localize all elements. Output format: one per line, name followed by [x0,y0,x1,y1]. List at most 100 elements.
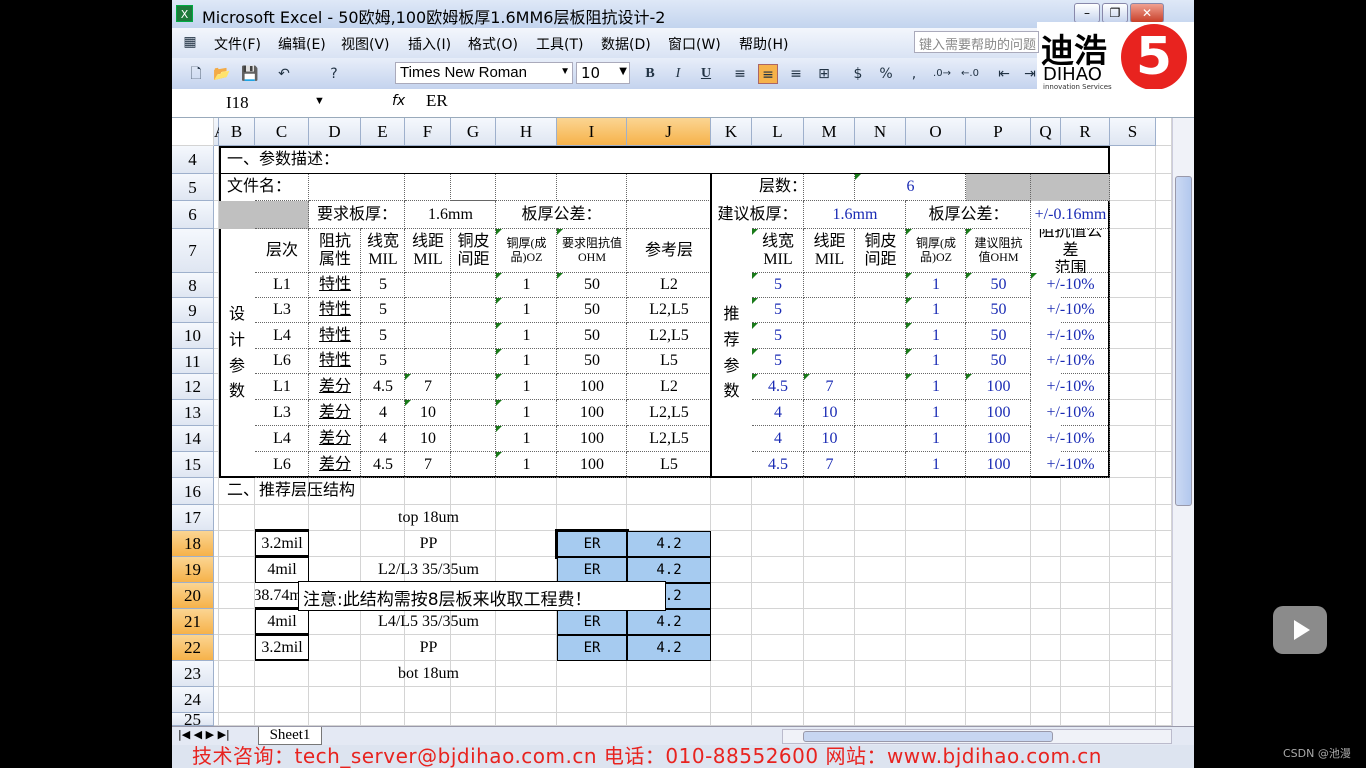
cell-L9[interactable]: 5 [752,298,804,323]
column-header[interactable]: K [711,118,752,146]
cell-L11[interactable]: 5 [752,349,804,374]
menu-item[interactable]: 视图(V) [341,34,390,54]
cell-J11[interactable]: L5 [627,349,711,374]
column-header[interactable]: M [804,118,855,146]
menu-item[interactable]: 文件(F) [214,34,261,54]
cell-C11[interactable]: L6 [255,349,309,374]
row-header[interactable]: 8 [172,273,214,298]
row-header[interactable]: 12 [172,374,214,400]
help-icon[interactable]: ? [324,64,344,84]
row-header[interactable]: 4 [172,146,214,174]
cell-N5[interactable]: 6 [855,174,966,201]
cell-L14[interactable]: 4 [752,426,804,452]
align-right-icon[interactable]: ≡ [786,64,806,84]
cell-O13[interactable]: 1 [906,400,966,426]
column-header[interactable]: C [255,118,309,146]
cell-J8[interactable]: L2 [627,273,711,298]
row-header[interactable]: 13 [172,400,214,426]
row-header[interactable]: 25 [172,711,214,726]
cell-I22[interactable]: ER [557,635,627,661]
close-button[interactable]: ✕ [1130,3,1164,23]
cell-O12[interactable]: 1 [906,374,966,400]
help-search-input[interactable]: 键入需要帮助的问题 [914,31,1039,53]
cell-B16[interactable]: 二、推荐层压结构 [219,478,405,505]
cell-C18[interactable]: 3.2mil [255,531,309,557]
name-box[interactable]: I18 ▼ [174,91,329,115]
cell-E8[interactable]: 5 [361,273,405,298]
cell-E9[interactable]: 5 [361,298,405,323]
cell-E14[interactable]: 4 [361,426,405,452]
column-header[interactable]: E [361,118,405,146]
cell-H7[interactable]: 铜厚(成 品)OZ [496,229,557,273]
cell-G7[interactable]: 铜皮 间距 [451,229,496,273]
cell-I8[interactable]: 50 [557,273,627,298]
font-select[interactable]: Times New Roman ▼ [395,62,573,84]
cell-I10[interactable]: 50 [557,323,627,349]
cell-E10[interactable]: 5 [361,323,405,349]
cell-M13[interactable]: 10 [804,400,855,426]
row-header[interactable]: 16 [172,478,214,505]
cell-K6[interactable]: 建议板厚： [711,201,804,229]
cell-C8[interactable]: L1 [255,273,309,298]
cell-Q11[interactable]: +/-10% [1031,349,1110,374]
cell-B7[interactable]: 设 计 参 数 [219,229,255,478]
cell-B4[interactable]: 一、参数描述： [219,146,1110,174]
menu-item[interactable]: 格式(O) [468,34,518,54]
cell-M15[interactable]: 7 [804,452,855,478]
cell-E18[interactable]: PP [361,531,496,557]
cell-F14[interactable]: 10 [405,426,451,452]
font-size-select[interactable]: 10 ▼ [576,62,630,84]
cell-Q13[interactable]: +/-10% [1031,400,1110,426]
cell-E23[interactable]: bot 18um [361,661,496,687]
bold-button[interactable]: B [640,64,660,84]
fx-icon[interactable]: fx [392,93,405,109]
cell-D7[interactable]: 阻抗 属性 [309,229,361,273]
row-header[interactable]: 7 [172,229,214,273]
column-header[interactable]: S [1110,118,1156,146]
cell-F12[interactable]: 7 [405,374,451,400]
vertical-scrollbar[interactable] [1172,118,1194,726]
cell-I19[interactable]: ER [557,557,627,583]
cell-C7[interactable]: 层次 [255,229,309,273]
cell-C14[interactable]: L4 [255,426,309,452]
minimize-button[interactable]: – [1074,3,1100,23]
row-header[interactable]: 11 [172,349,214,374]
cell-I15[interactable]: 100 [557,452,627,478]
cell-Q8[interactable]: +/-10% [1031,273,1110,298]
cell-E11[interactable]: 5 [361,349,405,374]
menu-item[interactable]: 编辑(E) [278,34,326,54]
cell-C9[interactable]: L3 [255,298,309,323]
column-header[interactable]: I [557,118,627,146]
cell-H9[interactable]: 1 [496,298,557,323]
decrease-decimal-icon[interactable]: ←.0 [960,64,980,84]
cell-L13[interactable]: 4 [752,400,804,426]
cell-M14[interactable]: 10 [804,426,855,452]
align-center-icon[interactable]: ≡ [758,64,778,84]
cell-C15[interactable]: L6 [255,452,309,478]
cell-J19[interactable]: 4.2 [627,557,711,583]
cell-F6[interactable]: 1.6mm [405,201,496,229]
cell-O11[interactable]: 1 [906,349,966,374]
column-header[interactable]: P [966,118,1031,146]
cell-H8[interactable]: 1 [496,273,557,298]
percent-button[interactable]: % [876,64,896,84]
cell-J10[interactable]: L2,L5 [627,323,711,349]
column-header[interactable]: R [1061,118,1110,146]
row-header[interactable]: 6 [172,201,214,229]
row-header[interactable]: 15 [172,452,214,478]
row-header[interactable]: 23 [172,661,214,687]
currency-icon[interactable]: $ [848,64,868,84]
open-icon[interactable]: 📂 [212,64,232,84]
cell-D15[interactable]: 差分 [309,452,361,478]
italic-button[interactable]: I [668,64,688,84]
cell-O9[interactable]: 1 [906,298,966,323]
cell-P11[interactable]: 50 [966,349,1031,374]
cell-E19[interactable]: L2/L3 35/35um [361,557,496,583]
cell-I14[interactable]: 100 [557,426,627,452]
cell-M7[interactable]: 线距 MIL [804,229,855,273]
spreadsheet-grid[interactable]: ABCDEFGHIJKLMNOPQRS456789101112131415161… [172,118,1172,726]
cell-Q7[interactable]: 阻抗值公差 范围 [1031,229,1110,273]
cell-F15[interactable]: 7 [405,452,451,478]
cell-P12[interactable]: 100 [966,374,1031,400]
cell-I11[interactable]: 50 [557,349,627,374]
